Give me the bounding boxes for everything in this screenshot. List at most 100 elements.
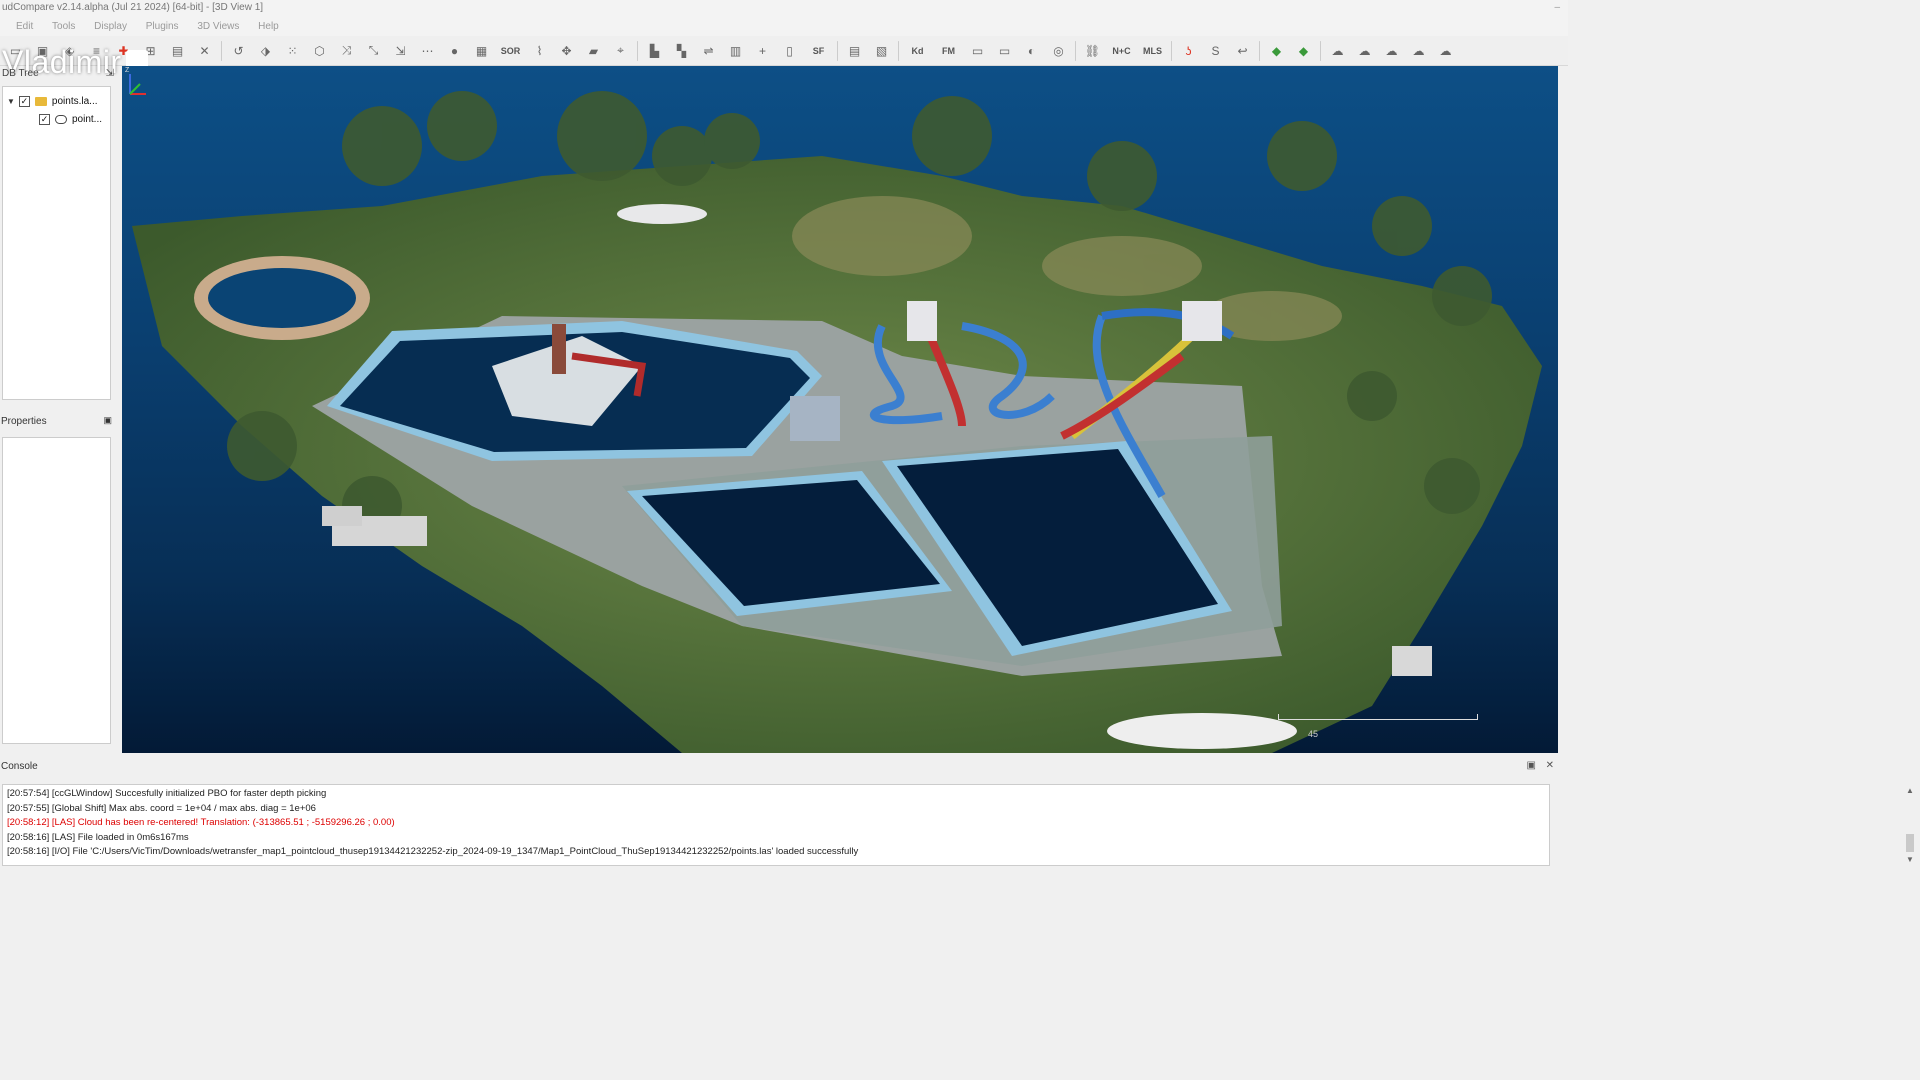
main-toolbar: ▭ ▣ ◈ ≡ ✚ ⊞ ▤ ✕ ↺ ⬗ ⁙ ⬡ ⤨ ⤡ ⇲ ⋯ ● ▦ SOR … [0, 36, 1568, 66]
point-cloud-render [132, 91, 1542, 753]
delete-icon[interactable]: ✕ [194, 41, 216, 61]
properties-title: Properties [1, 416, 47, 427]
crop-icon[interactable]: ⬗ [255, 41, 277, 61]
scroll-thumb[interactable] [1906, 834, 1914, 852]
histogram-icon[interactable]: ▙ [644, 41, 666, 61]
menu-3d-views[interactable]: 3D Views [197, 21, 239, 32]
add-sf-icon[interactable]: + [752, 41, 774, 61]
sf-arith-icon[interactable]: ↩ [1232, 41, 1254, 61]
view-front-icon[interactable]: ☁ [1327, 41, 1349, 61]
console-header: Console ▣ ✕ [0, 759, 1568, 775]
console-scrollbar[interactable]: ▲ ▼ [1904, 786, 1916, 864]
sf-button[interactable]: SF [806, 41, 832, 61]
menubar: Edit Tools Display Plugins 3D Views Help [0, 18, 1568, 36]
properties-header: Properties ▣ [0, 414, 118, 430]
plugin-b-icon[interactable]: ◆ [1293, 41, 1315, 61]
globe-icon[interactable]: ◎ [1048, 41, 1070, 61]
float-panel-icon[interactable]: ▣ [103, 415, 112, 426]
plugin-a-icon[interactable]: ◆ [1266, 41, 1288, 61]
menu-help[interactable]: Help [258, 21, 279, 32]
mls-button[interactable]: MLS [1140, 41, 1166, 61]
menu-tools[interactable]: Tools [52, 21, 75, 32]
toolbar-separator [898, 40, 899, 61]
sphere-icon[interactable]: ◐ [1021, 41, 1043, 61]
visibility-checkbox[interactable]: ✓ [18, 95, 30, 107]
curve-icon[interactable]: ʖ [1178, 41, 1200, 61]
resample-icon[interactable]: ⇲ [390, 41, 412, 61]
scale-icon[interactable]: ⤡ [363, 41, 385, 61]
distance-icon[interactable]: ▭ [967, 41, 989, 61]
db-tree-header: DB Tree ⇲ [0, 68, 118, 84]
grid-icon[interactable]: ▦ [471, 41, 493, 61]
cc-icon[interactable]: ⋯ [417, 41, 439, 61]
kd-tree-button[interactable]: Kd [905, 41, 931, 61]
white-roof [617, 204, 707, 224]
noise-icon[interactable]: ⌇ [529, 41, 551, 61]
console-line: [20:57:55] [Global Shift] Max abs. coord… [7, 802, 316, 814]
sor-filter-button[interactable]: SOR [498, 41, 524, 61]
white-roof [1107, 713, 1297, 749]
toolbar-separator [837, 40, 838, 61]
tree-item-label: point... [72, 113, 103, 125]
view-side-icon[interactable]: ☁ [1381, 41, 1403, 61]
scroll-down-icon[interactable]: ▼ [1904, 855, 1916, 864]
console-line: [20:58:16] [I/O] File 'C:/Users/VicTim/D… [7, 846, 859, 857]
tree-item-points-las[interactable]: ▼ ✓ points.la... [7, 93, 98, 109]
n-plus-c-button[interactable]: N+C [1109, 41, 1135, 61]
console-line-error: [20:58:12] [LAS] Cloud has been re-cente… [7, 817, 395, 828]
close-icon[interactable]: ✕ [1546, 760, 1554, 771]
toolbar-separator [1320, 40, 1321, 61]
toolbar-separator [1171, 40, 1172, 61]
view-top-icon[interactable]: ☁ [1408, 41, 1430, 61]
window-titlebar: udCompare v2.14.alpha (Jul 21 2024) [64-… [0, 0, 1568, 18]
translate-icon[interactable]: ✥ [556, 41, 578, 61]
pick-icon[interactable]: ⌖ [610, 41, 632, 61]
kiosk [790, 396, 840, 441]
expand-arrow-icon[interactable]: ▼ [7, 97, 15, 106]
svg-text:Z: Z [125, 67, 130, 74]
remove-sf-icon[interactable]: ▯ [779, 41, 801, 61]
tree-item-point-cloud[interactable]: ✓ point... [39, 111, 102, 127]
view-iso-icon[interactable]: ☁ [1435, 41, 1457, 61]
subsample-icon[interactable]: ⁙ [282, 41, 304, 61]
menu-plugins[interactable]: Plugins [146, 21, 179, 32]
dock [1392, 646, 1432, 676]
transform-icon[interactable]: ⤨ [336, 41, 358, 61]
fm-button[interactable]: FM [936, 41, 962, 61]
properties-panel [2, 437, 111, 744]
normals-icon[interactable]: ⬡ [309, 41, 331, 61]
register-icon[interactable]: ▤ [844, 41, 866, 61]
visibility-checkbox[interactable]: ✓ [39, 113, 50, 125]
properties-icon[interactable]: ▤ [167, 41, 189, 61]
align-icon[interactable]: ▧ [871, 41, 893, 61]
segment-icon[interactable]: ↺ [228, 41, 250, 61]
window-title: udCompare v2.14.alpha (Jul 21 2024) [64-… [2, 2, 264, 13]
menu-display[interactable]: Display [94, 21, 127, 32]
console-log[interactable]: [20:57:54] [ccGLWindow] Succesfully init… [2, 784, 1550, 866]
cloud-icon [55, 114, 67, 124]
console-title: Console [1, 761, 38, 772]
table-icon[interactable]: ▥ [725, 41, 747, 61]
toolbar-separator [221, 40, 222, 61]
db-tree-panel: ▼ ✓ points.la... ✓ point... [2, 86, 111, 400]
link-icon[interactable]: ⛓ [1082, 41, 1104, 61]
color-icon[interactable]: ● [444, 41, 466, 61]
float-panel-icon[interactable]: ▣ [1527, 760, 1536, 771]
compute-icon[interactable]: ▚ [671, 41, 693, 61]
scale-bar [1278, 714, 1478, 720]
kids-pool-water [208, 268, 356, 328]
sf-filter-icon[interactable]: ⇌ [698, 41, 720, 61]
pin-icon[interactable]: ⇲ [106, 68, 114, 79]
compare-icon[interactable]: ▭ [994, 41, 1016, 61]
toolbar-separator [1075, 40, 1076, 61]
toolbar-separator [637, 40, 638, 61]
3d-view[interactable]: 45 Z [122, 66, 1558, 753]
toolbar-separator [1259, 40, 1260, 61]
menu-edit[interactable]: Edit [16, 21, 33, 32]
window-minimize-icon[interactable]: – [1554, 2, 1560, 13]
scroll-up-icon[interactable]: ▲ [1904, 786, 1916, 795]
sf-gradient-icon[interactable]: S [1205, 41, 1227, 61]
view-back-icon[interactable]: ☁ [1354, 41, 1376, 61]
axis-gizmo-icon: Z [125, 67, 146, 95]
plane-icon[interactable]: ▰ [583, 41, 605, 61]
